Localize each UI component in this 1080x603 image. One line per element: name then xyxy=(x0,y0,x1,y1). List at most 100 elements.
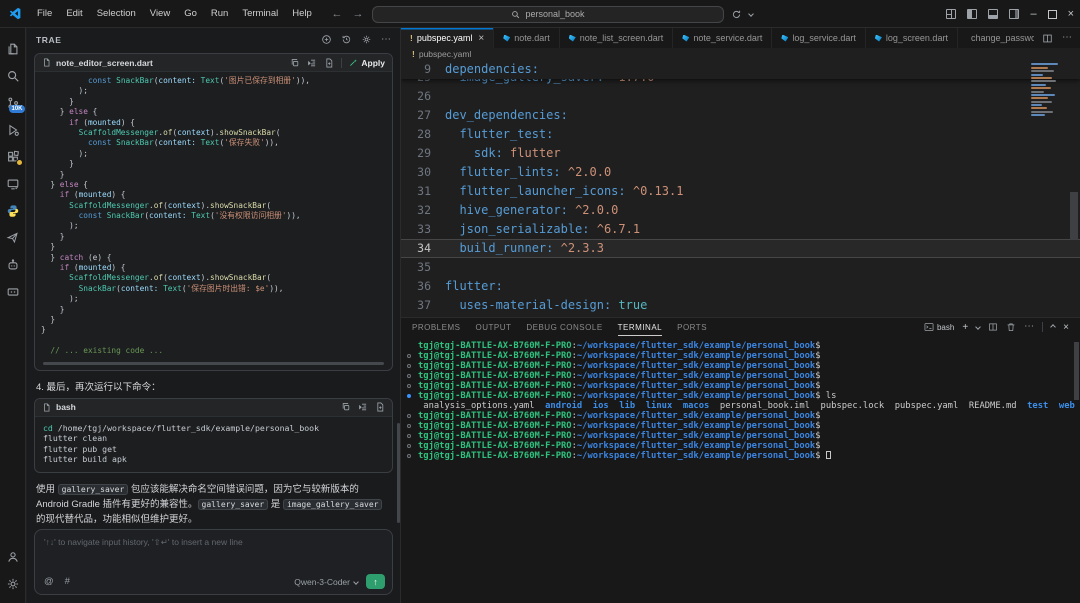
copy-icon[interactable] xyxy=(341,402,351,412)
send-plugin-icon[interactable] xyxy=(3,224,23,251)
horizontal-scrollbar[interactable] xyxy=(43,362,384,365)
editor-scrollbar[interactable] xyxy=(1070,192,1078,240)
apply-button[interactable]: Apply xyxy=(349,58,385,68)
account-icon[interactable] xyxy=(3,543,23,570)
tab-log_service.dart[interactable]: log_service.dart xyxy=(772,28,866,48)
menu-file[interactable]: File xyxy=(30,4,59,24)
minimize-button[interactable]: – xyxy=(1030,8,1036,20)
panel-tab-problems[interactable]: PROBLEMS xyxy=(412,318,460,336)
menu-run[interactable]: Run xyxy=(204,4,235,24)
command-decoration-icon[interactable] xyxy=(407,384,411,388)
chat-settings-gear-icon[interactable] xyxy=(361,34,372,45)
search-sidebar-icon[interactable] xyxy=(3,62,23,89)
menu-view[interactable]: View xyxy=(143,4,177,24)
history-icon[interactable] xyxy=(341,34,352,45)
terminal-content[interactable]: tgj@tgj-BATTLE-AX-B760M-F-PRO:~/workspac… xyxy=(401,336,1080,461)
panel-tab-output[interactable]: OUTPUT xyxy=(475,318,511,336)
maximize-panel-icon[interactable] xyxy=(1050,324,1056,330)
tab-label: log_service.dart xyxy=(792,33,856,43)
command-decoration-icon[interactable] xyxy=(407,354,411,358)
menu-terminal[interactable]: Terminal xyxy=(235,4,285,24)
menu-help[interactable]: Help xyxy=(285,4,319,24)
close-tab-icon[interactable]: × xyxy=(478,33,484,44)
more-editor-actions-icon[interactable]: ⋯ xyxy=(1062,33,1072,43)
terminal-line: tgj@tgj-BATTLE-AX-B760M-F-PRO:~/workspac… xyxy=(401,371,1080,381)
toggle-secondary-sidebar-icon[interactable] xyxy=(1009,9,1019,19)
code-editor[interactable]: 25 image_gallery_saver: ^1.7.02627dev_de… xyxy=(401,60,1080,317)
panel-tab-terminal[interactable]: TERMINAL xyxy=(618,318,662,336)
minimap[interactable] xyxy=(1029,62,1067,118)
python-icon[interactable] xyxy=(3,197,23,224)
toggle-primary-sidebar-icon[interactable] xyxy=(967,9,977,19)
shell-chip[interactable]: bash xyxy=(924,322,954,332)
command-decoration-icon[interactable] xyxy=(407,364,411,368)
insert-at-cursor-icon[interactable] xyxy=(358,402,368,412)
run-debug-icon[interactable] xyxy=(3,116,23,143)
nav-forward-icon[interactable]: → xyxy=(351,8,365,20)
tab-label: note_list_screen.dart xyxy=(580,33,664,43)
command-decoration-icon[interactable] xyxy=(407,414,411,418)
media-cassette-icon[interactable] xyxy=(3,278,23,305)
line-number: 30 xyxy=(401,163,445,182)
split-editor-icon[interactable] xyxy=(1042,33,1053,44)
new-file-icon[interactable] xyxy=(324,58,334,68)
model-selector[interactable]: Qwen-3-Coder xyxy=(294,577,358,587)
kill-terminal-trash-icon[interactable] xyxy=(1006,322,1016,332)
line-code: flutter_lints: ^2.0.0 xyxy=(445,163,611,182)
command-decoration-icon[interactable] xyxy=(407,444,411,448)
tab-note.dart[interactable]: note.dart xyxy=(494,28,560,48)
editor-line: 36flutter: xyxy=(401,277,1080,296)
dir-entry: linux xyxy=(635,401,672,411)
terminal-dropdown-icon[interactable] xyxy=(975,324,981,330)
terminal-scrollbar[interactable] xyxy=(1074,342,1079,400)
close-window-button[interactable]: × xyxy=(1068,8,1074,20)
context-button[interactable]: # xyxy=(65,576,70,587)
new-terminal-icon[interactable]: + xyxy=(962,322,968,333)
chat-bot-icon[interactable] xyxy=(3,251,23,278)
command-decoration-icon[interactable] xyxy=(407,394,411,398)
mention-button[interactable]: @ xyxy=(44,576,54,587)
close-panel-icon[interactable]: × xyxy=(1063,322,1069,333)
explorer-icon[interactable] xyxy=(3,35,23,62)
command-decoration-icon[interactable] xyxy=(407,424,411,428)
restore-button[interactable] xyxy=(1048,10,1057,19)
command-decoration-icon[interactable] xyxy=(407,374,411,378)
breadcrumb[interactable]: ! pubspec.yaml xyxy=(401,48,1080,60)
panel-tab-debug-console[interactable]: DEBUG CONSOLE xyxy=(526,318,602,336)
tab-note_service.dart[interactable]: note_service.dart xyxy=(673,28,772,48)
remote-explorer-icon[interactable] xyxy=(3,170,23,197)
command-decoration-icon[interactable] xyxy=(407,454,411,458)
extensions-icon[interactable] xyxy=(3,143,23,170)
menu-go[interactable]: Go xyxy=(177,4,204,24)
toggle-panel-icon[interactable] xyxy=(988,9,998,19)
source-control-icon[interactable]: 10K xyxy=(3,89,23,116)
new-file-icon[interactable] xyxy=(375,402,385,412)
command-decoration-icon[interactable] xyxy=(407,434,411,438)
more-panel-actions-icon[interactable]: ⋯ xyxy=(1024,322,1034,332)
chat-input[interactable]: '↑↓' to navigate input history, '⇧↵' to … xyxy=(34,529,393,595)
tab-pubspec.yaml[interactable]: !pubspec.yaml× xyxy=(401,28,494,48)
copy-icon[interactable] xyxy=(290,58,300,68)
tab-log_screen.dart[interactable]: log_screen.dart xyxy=(866,28,958,48)
tab-note_list_screen.dart[interactable]: note_list_screen.dart xyxy=(560,28,674,48)
panel-tab-ports[interactable]: PORTS xyxy=(677,318,707,336)
chevron-down-icon[interactable] xyxy=(748,11,754,17)
menu-edit[interactable]: Edit xyxy=(59,4,89,24)
refresh-icon[interactable] xyxy=(731,9,742,20)
more-actions-icon[interactable]: ⋯ xyxy=(381,35,391,45)
app-logo-icon xyxy=(9,7,22,20)
split-terminal-icon[interactable] xyxy=(988,322,998,332)
dir-entry: lib xyxy=(609,401,635,411)
nav-back-icon[interactable]: ← xyxy=(330,8,344,20)
new-chat-icon[interactable] xyxy=(321,34,332,45)
line-code: flutter_test: xyxy=(445,125,553,144)
command-center-search[interactable]: personal_book xyxy=(372,6,724,23)
editor-line: 27dev_dependencies: xyxy=(401,106,1080,125)
insert-at-cursor-icon[interactable] xyxy=(307,58,317,68)
sidebar-header: TRAE ⋯ xyxy=(27,28,400,51)
customize-layout-icon[interactable] xyxy=(946,9,956,19)
send-button[interactable]: ↑ xyxy=(366,574,385,589)
settings-gear-icon[interactable] xyxy=(3,570,23,597)
file-icon xyxy=(42,58,51,67)
menu-selection[interactable]: Selection xyxy=(90,4,143,24)
